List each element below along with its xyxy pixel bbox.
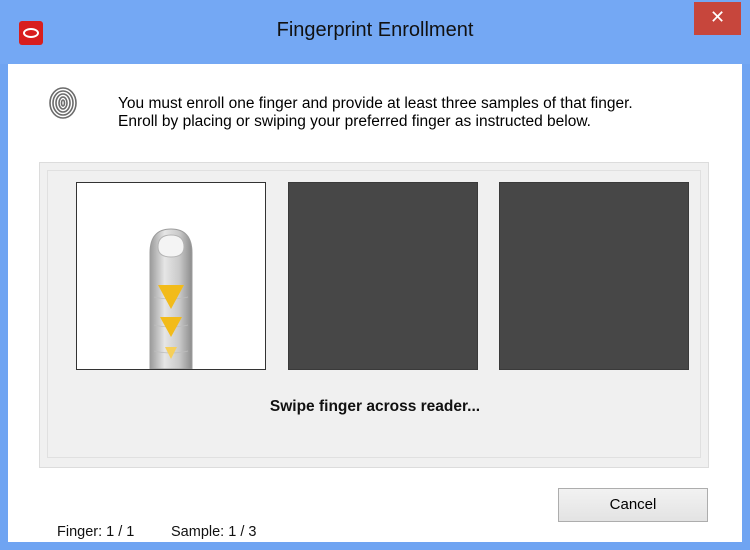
finger-counter: Finger: 1 / 1 <box>57 524 135 540</box>
instruction-line-2: Enroll by placing or swiping your prefer… <box>118 113 591 130</box>
status-message: Swipe finger across reader... <box>269 398 481 415</box>
sample-box-2 <box>288 182 478 370</box>
sample-box-3 <box>499 182 689 370</box>
instruction-text: You must enroll one finger and provide a… <box>118 95 633 131</box>
cancel-button[interactable]: Cancel <box>558 488 708 522</box>
dialog-body: You must enroll one finger and provide a… <box>8 64 742 542</box>
close-icon: ✕ <box>709 7 726 28</box>
enrollment-window: Fingerprint Enrollment ✕ You must enroll… <box>0 0 750 550</box>
sample-counter: Sample: 1 / 3 <box>171 524 257 540</box>
title-bar[interactable]: Fingerprint Enrollment ✕ <box>0 0 750 64</box>
instruction-line-1: You must enroll one finger and provide a… <box>118 95 633 112</box>
window-title: Fingerprint Enrollment <box>276 19 474 41</box>
close-button[interactable]: ✕ <box>694 2 741 35</box>
swipe-finger-icon <box>149 228 193 369</box>
sample-box-1 <box>76 182 266 370</box>
fingerprint-icon <box>49 87 77 119</box>
